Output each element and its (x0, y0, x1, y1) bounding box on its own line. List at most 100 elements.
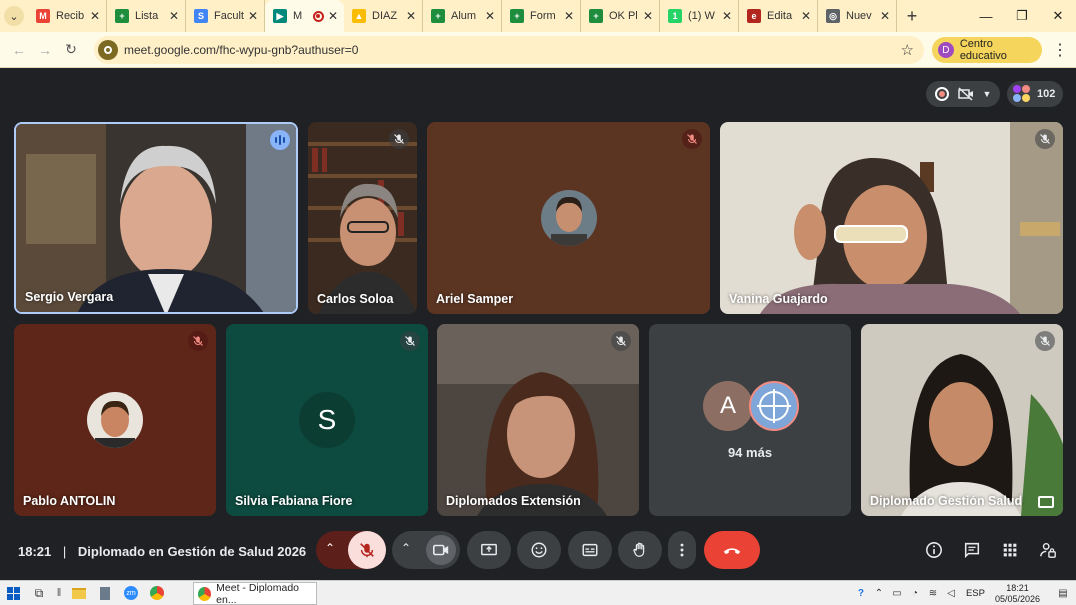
participants-button[interactable]: 102 (1007, 81, 1063, 107)
help-icon[interactable]: ? (852, 588, 870, 599)
participant-tile[interactable]: S Silvia Fabiana Fiore (226, 324, 428, 516)
browser-tab[interactable]: M Recib ✕ (28, 0, 107, 32)
participant-avatar (749, 381, 799, 431)
close-tab-icon[interactable]: ✕ (643, 9, 653, 23)
address-bar[interactable]: meet.google.com/fhc-wypu-gnb?authuser=0 … (94, 36, 924, 64)
audio-options-caret-icon[interactable]: ⌃ (325, 541, 335, 555)
microphone-toggle-button[interactable] (348, 531, 386, 569)
participant-tile[interactable]: Pablo ANTOLIN (14, 324, 216, 516)
back-button[interactable]: ← (6, 42, 32, 58)
url-text: meet.google.com/fhc-wypu-gnb?authuser=0 (124, 43, 359, 57)
muted-mic-icon (1035, 331, 1055, 351)
battery-icon[interactable]: ▭ (888, 588, 906, 599)
browser-tab[interactable]: ▲ DIAZ ✕ (344, 0, 423, 32)
wifi-icon[interactable]: ≋ (924, 588, 942, 599)
task-view-icon: ⧉ (34, 585, 44, 600)
captions-button[interactable] (568, 531, 612, 569)
minimize-button[interactable]: — (968, 0, 1004, 32)
close-tab-icon[interactable]: ✕ (564, 9, 574, 23)
clock[interactable]: 18:21 05/05/2026 (995, 583, 1040, 605)
close-tab-icon[interactable]: ✕ (880, 9, 890, 23)
meeting-info: 18:21 | Diplomado en Gestión de Salud 20… (18, 544, 306, 559)
raise-hand-button[interactable] (618, 531, 662, 569)
show-hidden-icons-icon[interactable]: ⌃ (870, 588, 888, 599)
participant-tile[interactable]: Carlos Soloa (308, 122, 417, 314)
chrome-button[interactable] (144, 581, 170, 605)
picture-in-picture-icon[interactable] (1038, 496, 1054, 508)
close-tab-icon[interactable]: ✕ (248, 9, 258, 23)
volume-icon[interactable]: ◁ (942, 588, 960, 599)
tab-search-button[interactable]: ⌄ (0, 0, 28, 32)
network-icon[interactable]: ◔ (906, 588, 924, 599)
new-tab-button[interactable]: + (897, 6, 927, 27)
close-tab-icon[interactable]: ✕ (328, 9, 338, 23)
initial-letter: A (719, 392, 736, 419)
restore-button[interactable]: ❐ (1004, 0, 1040, 32)
more-participants-tile[interactable]: A 94 más (649, 324, 851, 516)
meet-stage: ▼ 102 Sergio Vergara Carlos Soloa Ariel … (0, 69, 1076, 580)
browser-tab[interactable]: + Lista ✕ (107, 0, 186, 32)
forward-button[interactable]: → (32, 42, 58, 58)
video-options-caret-icon[interactable]: ⌃ (401, 541, 411, 555)
taskbar-meet-window[interactable]: Meet - Diplomado en... (193, 582, 317, 605)
close-tab-icon[interactable]: ✕ (722, 9, 732, 23)
system-tray: ? ⌃ ▭ ◔ ≋ ◁ ESP 18:21 05/05/2026 ▤ (852, 581, 1076, 605)
zoom-button[interactable]: zm (118, 581, 144, 605)
input-language[interactable]: ESP (966, 588, 985, 599)
bookmark-star-icon[interactable]: ☆ (901, 41, 914, 59)
participant-tile[interactable]: Sergio Vergara (14, 122, 298, 314)
browser-tab[interactable]: ▶ M ✕ (265, 0, 344, 32)
close-tab-icon[interactable]: ✕ (169, 9, 179, 23)
close-tab-icon[interactable]: ✕ (485, 9, 495, 23)
browser-tab[interactable]: + Form ✕ (502, 0, 581, 32)
host-controls-button[interactable] (1038, 540, 1058, 560)
reactions-button[interactable] (517, 531, 561, 569)
present-screen-icon (481, 543, 497, 556)
camera-icon (432, 544, 449, 556)
participant-tile[interactable]: Diplomados Extensión (437, 324, 639, 516)
recording-status-pill[interactable]: ▼ (926, 81, 1000, 107)
more-options-button[interactable] (668, 531, 696, 569)
browser-tab[interactable]: + OK Pl ✕ (581, 0, 660, 32)
camera-toggle-button[interactable] (426, 535, 456, 565)
participant-tile[interactable]: Diplomado Gestión Salud (861, 324, 1063, 516)
sites-icon: S (194, 9, 208, 23)
site-info-icon[interactable] (98, 40, 118, 60)
leave-call-button[interactable] (704, 531, 760, 569)
chat-button[interactable] (962, 540, 982, 560)
close-tab-icon[interactable]: ✕ (406, 9, 416, 23)
browser-tab-strip: ⌄ M Recib ✕ + Lista ✕ S Facult ✕ ▶ M ✕ ▲ DIAZ ✕ + Alum ✕ +… (0, 0, 1076, 32)
tab-title: Lista (135, 10, 159, 22)
drive-icon: ▲ (352, 9, 366, 23)
start-button[interactable] (0, 581, 26, 605)
task-view-button[interactable]: ⧉ (26, 581, 52, 605)
profile-button[interactable]: D Centro educativo (932, 37, 1042, 63)
participant-initial-avatar: A (703, 381, 753, 431)
close-window-button[interactable]: ✕ (1040, 0, 1076, 32)
video-feed (720, 122, 1063, 314)
close-tab-icon[interactable]: ✕ (90, 9, 100, 23)
apps-grid-icon (1003, 543, 1017, 557)
participant-tile[interactable]: Ariel Samper (427, 122, 710, 314)
reload-button[interactable]: ↻ (58, 41, 84, 58)
browser-tab[interactable]: ◎ Nuev ✕ (818, 0, 897, 32)
browser-tab[interactable]: e Edita ✕ (739, 0, 818, 32)
caret-down-icon: ▼ (982, 89, 992, 99)
browser-tab[interactable]: S Facult ✕ (186, 0, 265, 32)
browser-tab[interactable]: + Alum ✕ (423, 0, 502, 32)
activities-button[interactable] (1000, 540, 1020, 560)
meeting-title: Diplomado en Gestión de Salud 2026 (77, 544, 307, 559)
participant-tile[interactable]: Vanina Guajardo (720, 122, 1063, 314)
browser-menu-icon[interactable]: ⋮ (1052, 40, 1068, 60)
calculator-button[interactable] (92, 581, 118, 605)
participant-count: 102 (1037, 88, 1056, 100)
muted-mic-icon (611, 331, 631, 351)
notifications-icon[interactable]: ▤ (1050, 588, 1076, 599)
present-screen-button[interactable] (467, 531, 511, 569)
muted-mic-icon (188, 331, 208, 351)
muted-mic-icon (389, 129, 409, 149)
file-explorer-button[interactable] (66, 581, 92, 605)
meeting-details-button[interactable] (924, 540, 944, 560)
browser-tab[interactable]: 1 (1) W ✕ (660, 0, 739, 32)
close-tab-icon[interactable]: ✕ (801, 9, 811, 23)
